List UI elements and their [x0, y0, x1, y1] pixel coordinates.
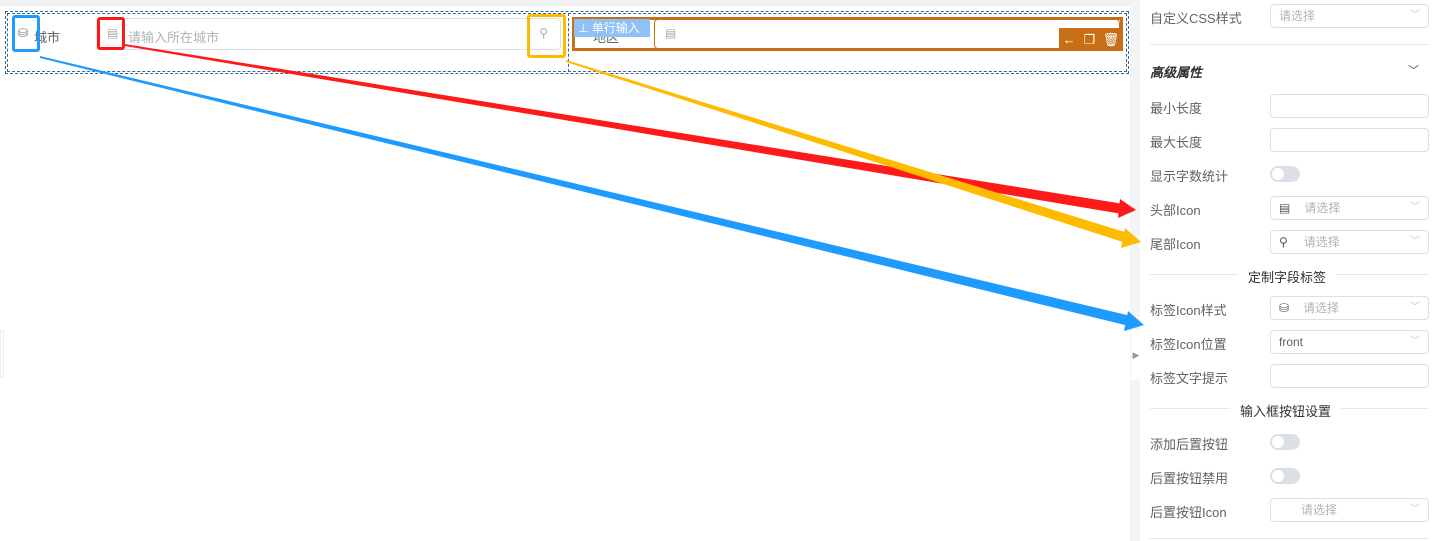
copy-icon[interactable]: ❐	[1083, 32, 1095, 48]
append-button-icon-label: 后置按钮Icon	[1150, 505, 1227, 520]
field-toolbar: ← ❐ 🗑	[1059, 28, 1123, 51]
field-type-tag[interactable]: ⊥ 单行输入	[574, 19, 650, 37]
building-icon: ▤	[1279, 201, 1291, 215]
city-input-placeholder: 请输入所在城市	[128, 30, 220, 45]
section-custom-label: 定制字段标签	[1238, 267, 1337, 286]
panel-divider	[1130, 0, 1140, 541]
blue-arrow	[40, 56, 1131, 326]
field-type-label: 单行输入	[591, 21, 640, 35]
custom-css-label: 自定义CSS样式	[1150, 11, 1242, 26]
annotation-arrows	[40, 44, 1144, 331]
suffix-icon-label: 尾部Icon	[1150, 237, 1201, 252]
chevron-down-icon: ﹀	[1410, 336, 1420, 347]
left-panel-handle[interactable]	[0, 330, 4, 378]
prefix-icon-select[interactable]: ▤ 请选择 ﹀	[1270, 196, 1429, 220]
section-button-settings: 输入框按钮设置	[1230, 401, 1342, 420]
prefix-icon-placeholder: 请选择	[1304, 201, 1341, 215]
append-button-icon-select[interactable]: 请选择 ﹀	[1270, 498, 1429, 522]
canvas-top-strip	[0, 0, 1130, 6]
suffix-icon-placeholder: 请选择	[1303, 235, 1340, 249]
append-button-icon-placeholder: 请选择	[1301, 503, 1338, 517]
highlight-suffix-icon	[527, 14, 566, 58]
divider	[1150, 44, 1429, 45]
prefix-icon-label: 头部Icon	[1150, 203, 1201, 218]
label-tooltip-label: 标签文字提示	[1150, 371, 1229, 386]
divider	[1150, 538, 1429, 539]
location-icon: ⚲	[1279, 235, 1288, 249]
label-tooltip-input[interactable]	[1270, 364, 1429, 388]
chevron-down-icon: ﹀	[1410, 302, 1420, 313]
append-button-disabled-label: 后置按钮禁用	[1150, 471, 1229, 486]
max-length-input[interactable]	[1270, 128, 1429, 152]
arrow-left-icon[interactable]: ←	[1063, 32, 1076, 47]
custom-css-select[interactable]: 请选择 ﹀	[1270, 4, 1429, 28]
append-button-disabled-toggle[interactable]	[1270, 468, 1300, 484]
advanced-properties-header[interactable]: 高级属性	[1150, 62, 1202, 81]
label-icon-style-label: 标签Icon样式	[1150, 303, 1227, 318]
city-input[interactable]: ▤ 请输入所在城市 ⚲	[96, 18, 561, 50]
min-length-input[interactable]	[1270, 94, 1429, 118]
yellow-arrow	[566, 60, 1128, 243]
highlight-prefix-icon	[97, 17, 125, 50]
custom-css-placeholder: 请选择	[1279, 9, 1316, 23]
label-icon-style-placeholder: 请选择	[1303, 301, 1340, 315]
label-icon-position-select[interactable]: front ﹀	[1270, 330, 1429, 354]
add-append-button-label: 添加后置按钮	[1150, 437, 1229, 452]
label-icon-position-label: 标签Icon位置	[1150, 337, 1227, 352]
word-count-label: 显示字数统计	[1150, 169, 1229, 184]
add-append-button-toggle[interactable]	[1270, 434, 1300, 450]
region-input[interactable]: ▤	[654, 19, 1120, 49]
chevron-down-icon: ﹀	[1410, 504, 1420, 515]
label-icon-style-select[interactable]: ⛁ 请选择 ﹀	[1270, 296, 1429, 320]
chevron-down-icon: ﹀	[1410, 202, 1420, 213]
chevron-down-icon: ﹀	[1410, 10, 1420, 21]
collapse-panel-button[interactable]: ▶	[1131, 330, 1141, 380]
chevron-down-icon: ﹀	[1410, 236, 1420, 247]
suffix-icon-select[interactable]: ⚲ 请选择 ﹀	[1270, 230, 1429, 254]
database-icon: ⛁	[1279, 301, 1290, 315]
delete-icon[interactable]: 🗑	[1103, 32, 1120, 48]
building-icon: ▤	[665, 26, 677, 40]
min-length-label: 最小长度	[1150, 101, 1203, 116]
highlight-label-icon	[12, 15, 40, 52]
max-length-label: 最大长度	[1150, 135, 1203, 150]
move-icon: ⊥	[578, 21, 592, 35]
label-icon-position-value: front	[1279, 335, 1304, 349]
chevron-down-icon[interactable]: ﹀	[1408, 62, 1419, 78]
word-count-toggle[interactable]	[1270, 166, 1300, 182]
